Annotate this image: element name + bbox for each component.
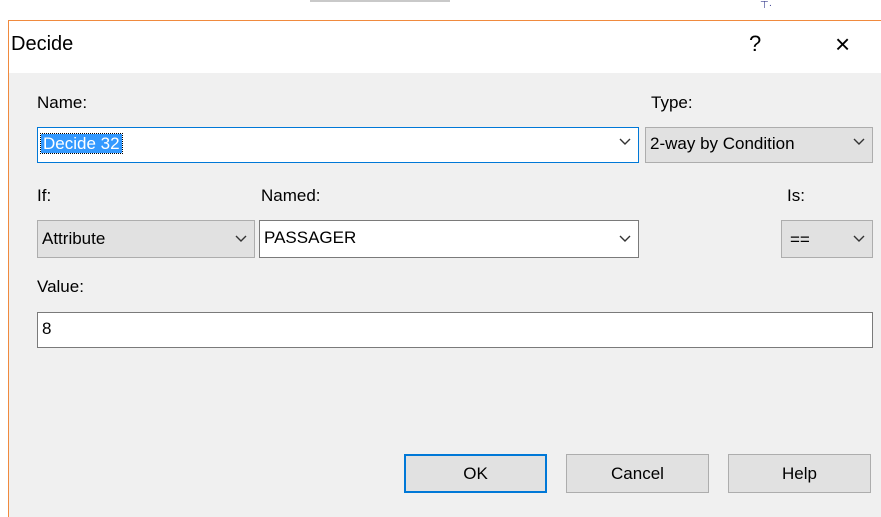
background-diagram-glyph-icon: ⊤· — [760, 0, 773, 11]
name-combobox[interactable]: Decide 32 — [37, 127, 639, 163]
dialog-title: Decide — [11, 33, 74, 55]
title-bar: Decide ? × — [9, 21, 881, 73]
chevron-down-icon[interactable] — [234, 232, 248, 246]
if-dropdown[interactable]: Attribute — [37, 220, 255, 258]
is-operator-dropdown[interactable]: == — [781, 220, 873, 258]
name-value: Decide 32 — [40, 133, 123, 154]
value-label: Value: — [37, 277, 84, 296]
is-value: == — [790, 230, 810, 249]
type-label: Type: — [651, 93, 693, 112]
background-window-strip: ⊤· — [0, 0, 881, 22]
is-label: Is: — [787, 186, 805, 205]
named-combobox[interactable]: PASSAGER — [259, 220, 639, 258]
close-icon[interactable]: × — [835, 29, 850, 60]
chevron-down-icon[interactable] — [852, 135, 866, 149]
background-toolbar-edge — [310, 0, 450, 2]
type-dropdown[interactable]: 2-way by Condition — [645, 127, 873, 163]
cancel-button[interactable]: Cancel — [566, 454, 709, 493]
if-value: Attribute — [42, 229, 106, 248]
value-text: 8 — [42, 319, 52, 338]
if-label: If: — [37, 186, 52, 205]
chevron-down-icon[interactable] — [618, 135, 632, 149]
chevron-down-icon[interactable] — [618, 232, 632, 246]
help-question-icon[interactable]: ? — [749, 31, 761, 57]
ok-button[interactable]: OK — [404, 454, 547, 493]
decide-dialog: Decide ? × Name: Type: Decide 32 2-way b… — [8, 20, 881, 517]
name-label: Name: — [37, 93, 88, 112]
value-input[interactable]: 8 — [37, 312, 873, 348]
type-value: 2-way by Condition — [650, 134, 795, 153]
named-label: Named: — [261, 186, 321, 205]
chevron-down-icon[interactable] — [852, 232, 866, 246]
named-value: PASSAGER — [264, 228, 357, 247]
help-button[interactable]: Help — [728, 454, 871, 493]
